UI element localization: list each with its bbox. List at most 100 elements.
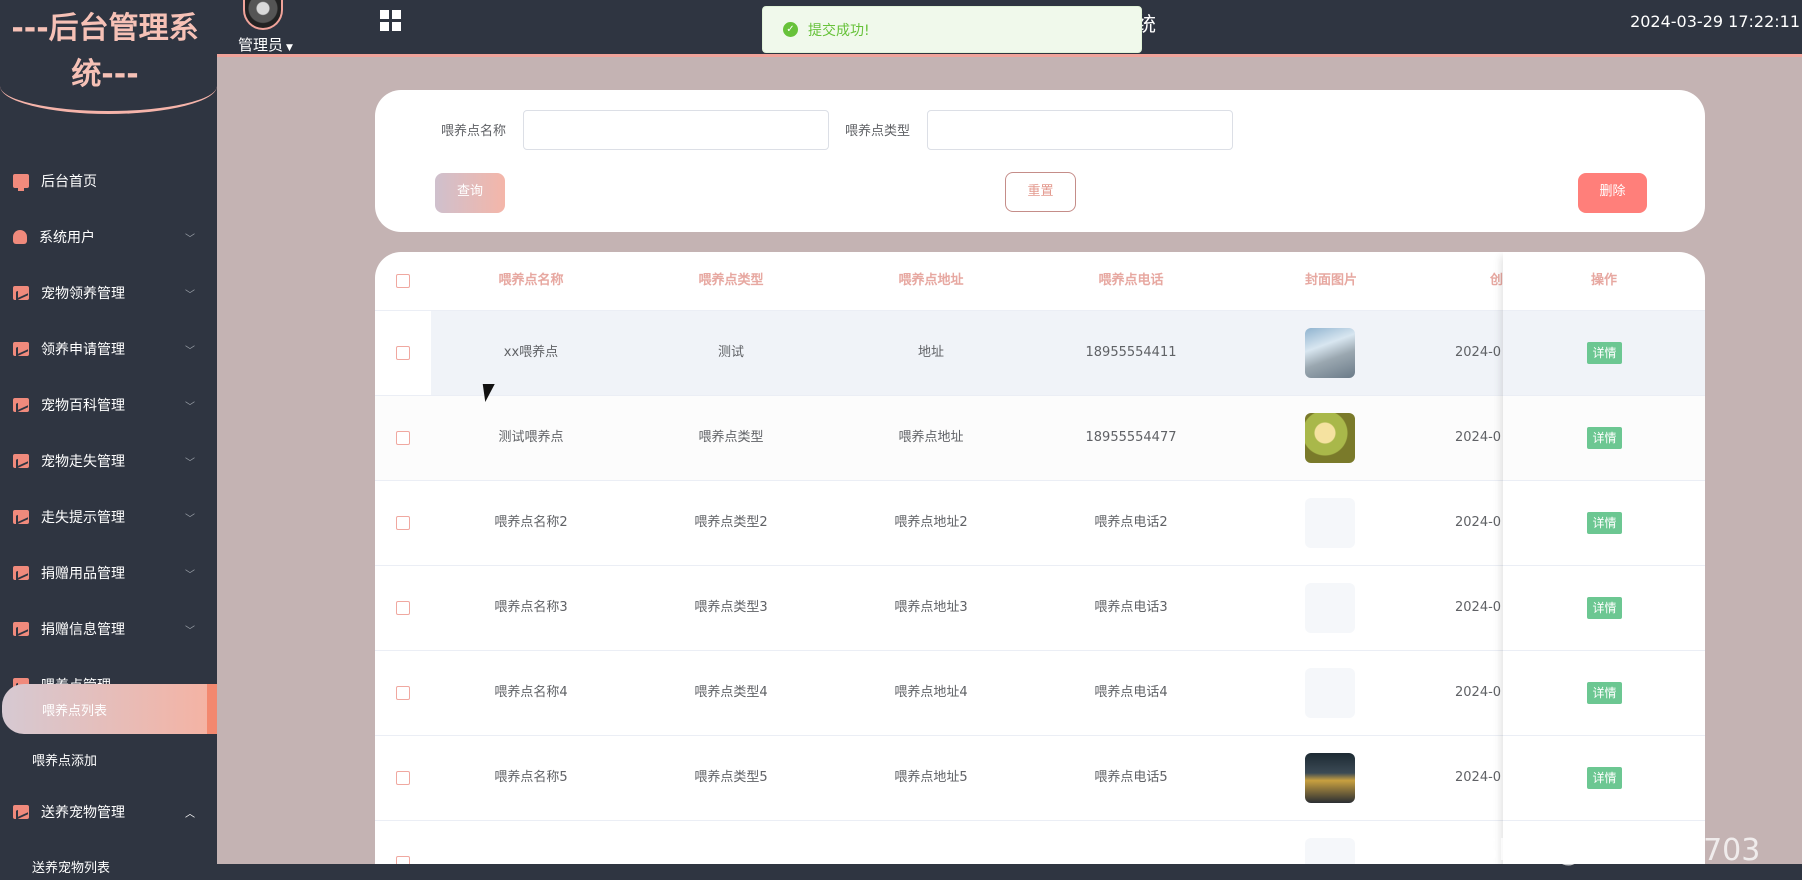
chevron-down-icon: ﹀ xyxy=(185,233,195,245)
chart-icon xyxy=(13,622,29,636)
sidebar-item-lost-alerts[interactable]: 走失提示管理 ﹀ xyxy=(0,489,217,545)
cell-type: 喂养点类型 xyxy=(698,430,764,445)
datetime: 2024-03-29 17:22:11 xyxy=(1630,12,1800,31)
avatar[interactable] xyxy=(243,0,283,30)
column-header: 操作 xyxy=(1590,273,1617,288)
cell-address: 喂养点地址2 xyxy=(894,515,968,530)
sidebar-item-pet-encyclopedia[interactable]: 宠物百科管理 ﹀ xyxy=(0,377,217,433)
data-table: 喂养点名称 喂养点类型 喂养点地址 喂养点电话 封面图片 创 操作 xx喂养点 … xyxy=(375,252,1705,880)
table-row[interactable]: 测试喂养点 喂养点类型 喂养点地址 18955554477 2024-0 详情 xyxy=(375,396,1705,481)
cover-image[interactable] xyxy=(1305,668,1355,718)
sidebar-item-home[interactable]: 后台首页 xyxy=(0,153,217,209)
cell-address: 喂养点地址3 xyxy=(894,600,968,615)
row-checkbox[interactable] xyxy=(396,346,410,360)
column-header[interactable]: 喂养点地址 xyxy=(831,252,1031,310)
sidebar-item-donated-supplies[interactable]: 捐赠用品管理 ﹀ xyxy=(0,545,217,601)
chevron-down-icon: ﹀ xyxy=(185,625,195,637)
sidebar-item-rehome-pets[interactable]: 送养宠物管理 ︿ xyxy=(0,784,217,840)
user-icon xyxy=(13,230,27,244)
detail-button[interactable]: 详情 xyxy=(1587,597,1622,619)
detail-button[interactable]: 详情 xyxy=(1587,342,1622,364)
sidebar-item-donation-info[interactable]: 捐赠信息管理 ﹀ xyxy=(0,601,217,657)
sidebar-sub-item-feeding-list[interactable]: 喂养点列表 xyxy=(2,684,217,734)
chevron-down-icon: ﹀ xyxy=(185,457,195,469)
table-row[interactable]: 喂养点名称4 喂养点类型4 喂养点地址4 喂养点电话4 2024-0 详情 xyxy=(375,651,1705,736)
cell-name: 测试喂养点 xyxy=(498,430,564,445)
column-header[interactable]: 喂养点名称 xyxy=(431,252,631,310)
delete-button[interactable]: 删除 xyxy=(1578,173,1647,213)
chart-icon xyxy=(13,398,29,412)
chart-icon xyxy=(13,342,29,356)
cell-created: 2024-0 xyxy=(1455,770,1502,785)
type-search-input[interactable] xyxy=(927,110,1233,150)
cell-phone: 喂养点电话2 xyxy=(1094,515,1168,530)
cell-address: 喂养点地址 xyxy=(898,430,964,445)
column-header[interactable]: 创 xyxy=(1431,252,1503,310)
search-panel: 喂养点名称 喂养点类型 查询 重置 删除 xyxy=(375,90,1705,232)
column-header[interactable]: 喂养点电话 xyxy=(1031,252,1231,310)
name-search-input[interactable] xyxy=(523,110,829,150)
sidebar-sub-item-feeding-add[interactable]: 喂养点添加 xyxy=(0,734,217,784)
table-row[interactable]: 喂养点名称5 喂养点类型5 喂养点地址5 喂养点电话5 2024-0 详情 xyxy=(375,736,1705,821)
row-checkbox[interactable] xyxy=(396,431,410,445)
cell-phone: 喂养点电话3 xyxy=(1094,600,1168,615)
monitor-icon xyxy=(13,174,29,191)
detail-button[interactable]: 详情 xyxy=(1587,767,1622,789)
sidebar-item-adoption-applications[interactable]: 领养申请管理 ﹀ xyxy=(0,321,217,377)
cell-name: 喂养点名称3 xyxy=(494,600,568,615)
sidebar-item-label: 捐赠用品管理 xyxy=(41,566,125,582)
reset-button[interactable]: 重置 xyxy=(1005,172,1076,212)
user-name: 管理员 xyxy=(238,36,284,54)
column-header[interactable]: 封面图片 xyxy=(1231,252,1431,310)
sidebar-sub-item-rehome-list[interactable]: 送养宠物列表 xyxy=(0,841,217,880)
query-button[interactable]: 查询 xyxy=(435,173,505,213)
detail-button[interactable]: 详情 xyxy=(1587,427,1622,449)
sidebar-item-label: 送养宠物管理 xyxy=(41,805,125,821)
cell-phone: 喂养点电话4 xyxy=(1094,685,1168,700)
chevron-up-icon: ︿ xyxy=(185,808,195,820)
sidebar-sub-item-label: 喂养点列表 xyxy=(42,703,108,719)
sidebar-item-label: 领养申请管理 xyxy=(41,342,125,358)
cell-type: 测试 xyxy=(717,345,744,360)
detail-button[interactable]: 详情 xyxy=(1587,512,1622,534)
table-row[interactable]: xx喂养点 测试 地址 18955554411 2024-0 详情 xyxy=(375,311,1705,396)
row-checkbox[interactable] xyxy=(396,601,410,615)
row-checkbox[interactable] xyxy=(396,686,410,700)
cover-image[interactable] xyxy=(1305,583,1355,633)
sidebar-item-lost-pets[interactable]: 宠物走失管理 ﹀ xyxy=(0,433,217,489)
cover-image[interactable] xyxy=(1305,328,1355,378)
chart-icon xyxy=(13,286,29,300)
cell-type: 喂养点类型3 xyxy=(694,600,768,615)
sidebar-item-label: 系统用户 xyxy=(39,230,95,246)
row-checkbox[interactable] xyxy=(396,516,410,530)
select-all-checkbox[interactable] xyxy=(396,274,410,288)
table-row[interactable]: 喂养点名称2 喂养点类型2 喂养点地址2 喂养点电话2 2024-0 详情 xyxy=(375,481,1705,566)
cover-image[interactable] xyxy=(1305,498,1355,548)
grid-menu-icon[interactable] xyxy=(380,10,402,32)
cell-phone: 18955554477 xyxy=(1085,430,1177,445)
logo-text: ---后台管理系统--- xyxy=(11,11,199,92)
sidebar-sub-item-label: 送养宠物列表 xyxy=(32,860,111,876)
toast-message: 提交成功! xyxy=(808,22,870,39)
table-row[interactable]: 喂养点名称3 喂养点类型3 喂养点地址3 喂养点电话3 2024-0 详情 xyxy=(375,566,1705,651)
chevron-down-icon: ﹀ xyxy=(185,289,195,301)
type-field-label: 喂养点类型 xyxy=(845,124,911,139)
sidebar-item-label: 捐赠信息管理 xyxy=(41,622,125,638)
chart-icon xyxy=(13,566,29,580)
sidebar-item-system-users[interactable]: 系统用户 ﹀ xyxy=(0,209,217,265)
cover-image[interactable] xyxy=(1305,413,1355,463)
column-header[interactable]: 喂养点类型 xyxy=(631,252,831,310)
chart-icon xyxy=(13,805,29,819)
user-menu[interactable]: 管理员 ▼ xyxy=(238,34,293,55)
row-checkbox[interactable] xyxy=(396,771,410,785)
sidebar-item-pet-adoption[interactable]: 宠物领养管理 ﹀ xyxy=(0,265,217,321)
chevron-down-icon: ﹀ xyxy=(185,513,195,525)
success-toast: ✓ 提交成功! xyxy=(762,6,1142,53)
cell-type: 喂养点类型2 xyxy=(694,515,768,530)
cell-address: 地址 xyxy=(917,345,944,360)
sidebar-item-label: 宠物领养管理 xyxy=(41,286,125,302)
cover-image[interactable] xyxy=(1305,753,1355,803)
chevron-down-icon: ﹀ xyxy=(185,345,195,357)
cell-name: 喂养点名称2 xyxy=(494,515,568,530)
detail-button[interactable]: 详情 xyxy=(1587,682,1622,704)
